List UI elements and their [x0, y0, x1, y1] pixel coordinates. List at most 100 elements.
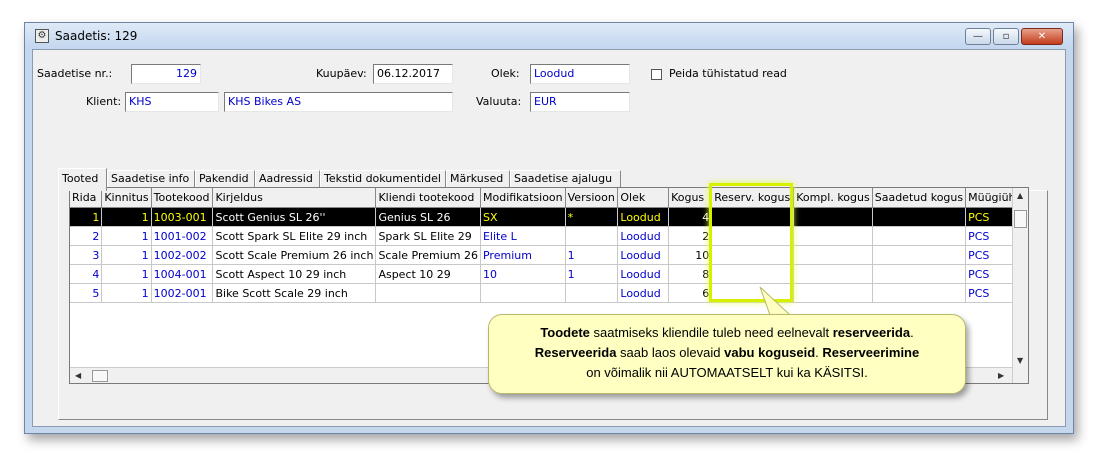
table-cell[interactable]: 1	[101, 226, 152, 246]
table-cell[interactable]: Bike Scott Scale 29 inch	[212, 283, 377, 303]
table-cell[interactable]	[793, 226, 873, 246]
table-cell[interactable]: 2	[668, 226, 713, 246]
table-cell[interactable]	[872, 283, 967, 303]
table-cell[interactable]: *	[565, 207, 619, 227]
table-cell[interactable]: Elite L	[480, 226, 566, 246]
table-cell[interactable]: 8	[668, 264, 713, 284]
table-cell[interactable]: 4	[70, 264, 103, 284]
table-cell[interactable]: 1	[70, 207, 103, 227]
table-cell[interactable]: 10	[480, 264, 566, 284]
table-cell[interactable]	[793, 207, 873, 227]
table-cell[interactable]: 1	[565, 264, 619, 284]
currency-field[interactable]: EUR	[530, 92, 630, 112]
date-label: Kuupäev:	[316, 67, 367, 80]
table-cell[interactable]: 5	[70, 283, 103, 303]
table-cell[interactable]: Scott Spark SL Elite 29 inch	[212, 226, 377, 246]
table-cell[interactable]: 1002-001	[151, 283, 214, 303]
col-header-kinnitus[interactable]: Kinnitus	[101, 188, 152, 208]
table-cell[interactable]	[872, 245, 967, 265]
col-header-tootekood[interactable]: Tootekood	[151, 188, 214, 208]
hide-cancelled-checkbox[interactable]	[651, 69, 662, 80]
table-cell[interactable]: Aspect 10 29	[375, 264, 481, 284]
table-cell[interactable]	[793, 245, 873, 265]
table-cell[interactable]: Premium	[480, 245, 566, 265]
table-cell[interactable]: Loodud	[617, 283, 670, 303]
table-cell[interactable]: SX	[480, 207, 566, 227]
table-row[interactable]: 5 1 1002-001 Bike Scott Scale 29 inch Loodud…	[70, 283, 1028, 303]
tab-document-texts[interactable]: Tekstid dokumentidel	[320, 170, 446, 188]
close-button[interactable]: ✕	[1021, 28, 1063, 45]
table-cell[interactable]: 1002-002	[151, 245, 214, 265]
tab-shipment-history[interactable]: Saadetise ajalugu	[510, 170, 621, 188]
table-row[interactable]: 3 1 1002-002 Scott Scale Premium 26 inch Sca…	[70, 245, 1028, 265]
table-cell[interactable]	[565, 226, 619, 246]
table-cell[interactable]	[480, 283, 566, 303]
vertical-scrollbar[interactable]: ▲ ▼	[1012, 188, 1028, 383]
table-cell[interactable]: Loodud	[617, 245, 670, 265]
table-cell[interactable]	[793, 283, 873, 303]
scroll-left-icon[interactable]: ◀	[75, 371, 81, 380]
table-cell[interactable]	[793, 264, 873, 284]
table-cell[interactable]	[565, 283, 619, 303]
table-row[interactable]: 1 1 1003-001 Scott Genius SL 26'' Genius SL …	[70, 207, 1028, 227]
table-cell[interactable]: Loodud	[617, 207, 670, 227]
table-cell[interactable]: 1	[101, 245, 152, 265]
table-cell[interactable]: 1003-001	[151, 207, 214, 227]
table-cell[interactable]	[872, 207, 967, 227]
col-header-kogus[interactable]: Kogus	[668, 188, 713, 208]
col-header-kliendi-tootekood[interactable]: Kliendi tootekood	[375, 188, 481, 208]
col-header-saadetud-kogus[interactable]: Saadetud kogus	[872, 188, 967, 208]
table-cell[interactable]: Scott Scale Premium 26 inch	[212, 245, 377, 265]
tab-products[interactable]: Tooted	[58, 168, 107, 191]
table-cell[interactable]: 2	[70, 226, 103, 246]
table-cell[interactable]	[872, 226, 967, 246]
table-cell[interactable]: Scale Premium 26	[375, 245, 481, 265]
table-row[interactable]: 2 1 1001-002 Scott Spark SL Elite 29 inch Sp…	[70, 226, 1028, 246]
col-header-kompl-kogus[interactable]: Kompl. kogus	[793, 188, 873, 208]
tab-shipment-info[interactable]: Saadetise info	[107, 170, 195, 188]
horizontal-scroll-thumb[interactable]	[92, 370, 108, 382]
currency-label: Valuuta:	[476, 95, 522, 108]
date-field[interactable]: 06.12.2017	[373, 64, 453, 84]
table-cell[interactable]: 1	[101, 264, 152, 284]
shipment-number-field[interactable]: 129	[131, 64, 201, 84]
table-cell[interactable]: 1	[101, 207, 152, 227]
table-cell[interactable]: 6	[668, 283, 713, 303]
table-row[interactable]: 4 1 1004-001 Scott Aspect 10 29 inch Aspect …	[70, 264, 1028, 284]
callout-line-1: Toodete saatmiseks kliendile tuleb need …	[540, 325, 914, 340]
client-name-field[interactable]: KHS Bikes AS	[224, 92, 453, 112]
minimize-button[interactable]: —	[965, 28, 991, 45]
table-cell[interactable]: Loodud	[617, 226, 670, 246]
table-cell[interactable]: 3	[70, 245, 103, 265]
maximize-button[interactable]: ▫	[993, 28, 1019, 45]
scroll-right-icon[interactable]: ▶	[998, 371, 1004, 380]
col-header-modifikatsioon[interactable]: Modifikatsioon	[480, 188, 566, 208]
tab-notes[interactable]: Märkused	[446, 170, 510, 188]
shipment-number-label: Saadetise nr.:	[37, 67, 113, 80]
table-cell[interactable]: 4	[668, 207, 713, 227]
status-field[interactable]: Loodud	[530, 64, 630, 84]
table-cell[interactable]: 1004-001	[151, 264, 214, 284]
scroll-down-icon[interactable]: ▼	[1017, 356, 1023, 365]
table-cell[interactable]: 1001-002	[151, 226, 214, 246]
table-cell[interactable]: 1	[101, 283, 152, 303]
table-cell[interactable]: Scott Aspect 10 29 inch	[212, 264, 377, 284]
table-cell[interactable]	[375, 283, 481, 303]
col-header-kirjeldus[interactable]: Kirjeldus	[212, 188, 377, 208]
table-cell[interactable]: Scott Genius SL 26''	[212, 207, 377, 227]
table-cell[interactable]: 10	[668, 245, 713, 265]
table-cell[interactable]	[872, 264, 967, 284]
callout-line-3: on võimalik nii AUTOMAATSELT kui ka KÄSI…	[586, 365, 868, 380]
table-cell[interactable]: 1	[565, 245, 619, 265]
table-cell[interactable]: Spark SL Elite 29	[375, 226, 481, 246]
table-cell[interactable]: Loodud	[617, 264, 670, 284]
table-cell[interactable]: Genius SL 26	[375, 207, 481, 227]
col-header-olek[interactable]: Olek	[617, 188, 670, 208]
tab-packages[interactable]: Pakendid	[195, 170, 255, 188]
vertical-scroll-thumb[interactable]	[1014, 210, 1027, 228]
scroll-up-icon[interactable]: ▲	[1017, 191, 1023, 200]
col-header-versioon[interactable]: Versioon	[565, 188, 619, 208]
tab-addresses[interactable]: Aadressid	[255, 170, 320, 188]
client-code-field[interactable]: KHS	[125, 92, 219, 112]
title-bar[interactable]: ⚙ Saadetis: 129 — ▫ ✕	[25, 23, 1073, 49]
